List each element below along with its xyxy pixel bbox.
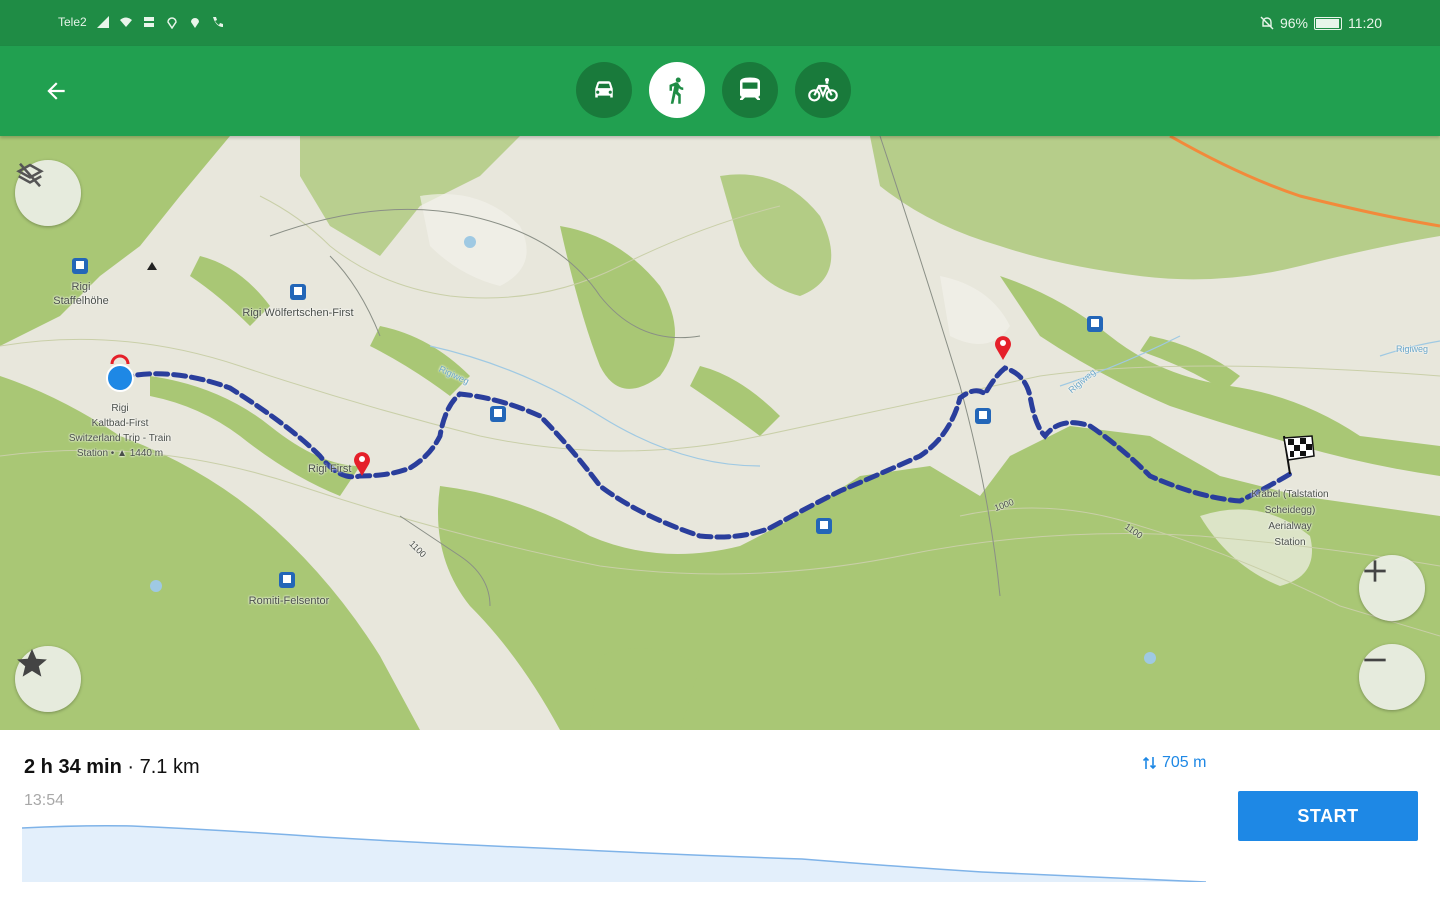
transport-mode-selector [576, 62, 851, 118]
minus-icon [1364, 658, 1386, 662]
status-bar: Tele2 96% 11:20 [0, 0, 1440, 46]
label-rigi-staffelhohe: Rigi Staffelhöhe [53, 281, 109, 307]
route-distance: 7.1 km [139, 756, 200, 778]
pedestrian-icon [669, 77, 684, 104]
route-duration: 2 h 34 min [24, 756, 122, 778]
start-point [106, 364, 134, 392]
carrier-label: Tele2 [58, 15, 87, 29]
status-bar-right: 96% 11:20 [1260, 15, 1382, 31]
plus-icon [1364, 560, 1386, 582]
notifications-off-icon [1260, 16, 1274, 30]
location-icon [190, 18, 199, 28]
clock: 11:20 [1348, 15, 1382, 31]
finish-flag-icon [1283, 435, 1315, 475]
battery-icon [1314, 16, 1342, 30]
zoom-in-button[interactable] [1359, 555, 1425, 621]
label-rigi-first: Rigi First [308, 463, 352, 475]
wifi-icon [119, 17, 132, 27]
elevation-gain: 705 m [1142, 754, 1206, 772]
start-navigation-button[interactable]: START [1238, 791, 1418, 841]
car-icon [595, 81, 613, 98]
elevation-profile [22, 825, 1206, 882]
battery-level [1316, 18, 1339, 28]
start-pin-outline [110, 354, 130, 365]
route-separator: · [121, 756, 140, 778]
map-view[interactable]: Rigi Staffelhöhe Rigi Wölfertschen-First… [0, 136, 1440, 730]
call-icon [212, 17, 223, 27]
layers-off-icon [16, 162, 44, 188]
signal-icon [96, 16, 109, 28]
zoom-out-button[interactable] [1359, 644, 1425, 710]
mode-bike-button[interactable] [795, 62, 851, 118]
bicycle-icon [808, 78, 838, 102]
star-icon [17, 648, 47, 677]
label-rigi-wolfertschen-first: Rigi Wölfertschen-First [242, 307, 354, 319]
label-rigi-kaltbad-first: Rigi Kaltbad-First Switzerland Trip - Tr… [68, 403, 172, 459]
battery-percent: 96% [1279, 15, 1308, 31]
back-button[interactable] [36, 71, 76, 111]
status-bar-left: Tele2 [58, 15, 225, 29]
elevation-value: 705 m [1162, 754, 1207, 771]
label-rigiweg-3: Rigiweg [1396, 344, 1429, 354]
waypoint-pin-2[interactable] [995, 336, 1011, 360]
app-toolbar [0, 46, 1440, 136]
label-romiti-felsentor: Romiti-Felsentor [248, 595, 330, 607]
elevation-icon [1142, 756, 1157, 770]
map-canvas[interactable] [0, 136, 1440, 730]
arrival-time: 13:54 [24, 792, 65, 809]
train-icon [740, 77, 760, 100]
data-speed-icon [143, 17, 154, 27]
mode-car-button[interactable] [576, 62, 632, 118]
location-outline-icon [166, 17, 177, 29]
mode-transit-button[interactable] [722, 62, 778, 118]
mode-walk-button[interactable] [649, 62, 705, 118]
peak-marker [147, 262, 157, 270]
route-summary-panel: 2 h 34 min · 7.1 km 13:54 705 m START [0, 730, 1440, 900]
forest-areas [0, 136, 1440, 730]
label-krabel: Kräbel (Talstation Scheidegg) Aerialway … [1251, 489, 1329, 548]
arrow-left-icon [47, 82, 65, 100]
favorites-button[interactable] [15, 646, 81, 712]
route-duration-distance: 2 h 34 min · 7.1 km [24, 756, 200, 779]
layers-toggle-button[interactable] [15, 160, 81, 226]
